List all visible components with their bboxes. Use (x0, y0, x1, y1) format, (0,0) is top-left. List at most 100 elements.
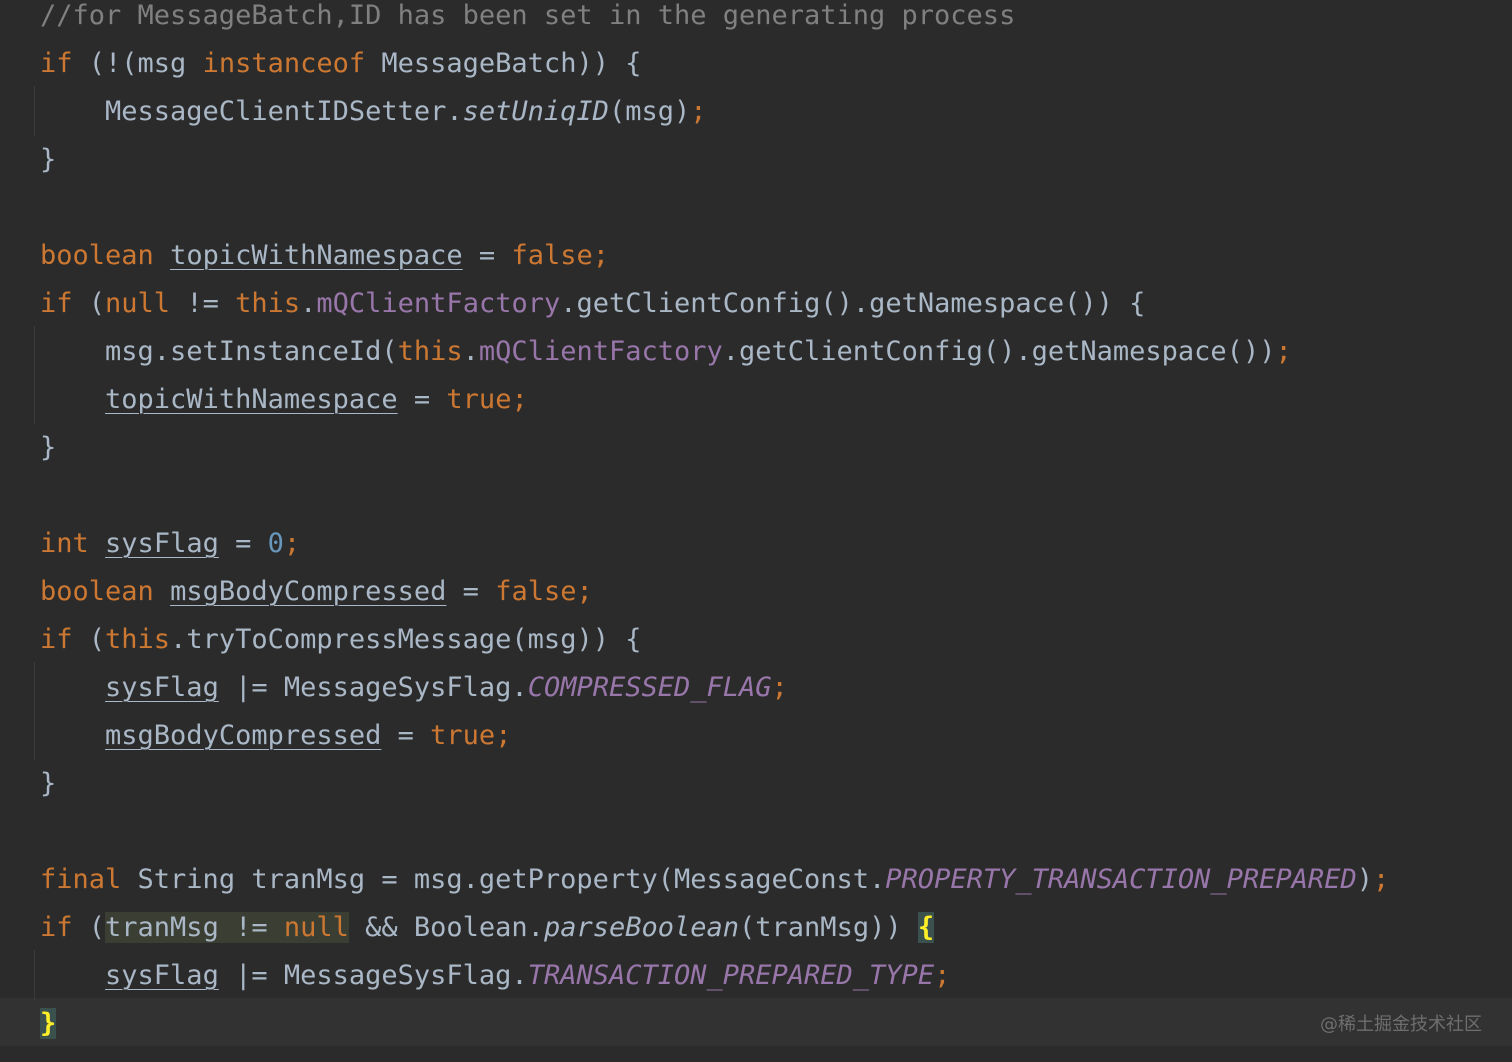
code-token: .tryToCompressMessage(msg)) { (170, 624, 642, 655)
code-token: ; (1275, 336, 1292, 367)
code-token: .getClientConfig().getNamespace()) (722, 336, 1276, 367)
code-token: ; (690, 96, 707, 127)
code-token: ( (72, 912, 106, 943)
code-line[interactable]: msgBodyCompressed = true; (40, 712, 511, 760)
code-token: ; (495, 720, 512, 751)
code-line[interactable]: //for MessageBatch,ID has been set in th… (40, 0, 1015, 40)
code-token: ; (283, 528, 301, 559)
code-token: if (40, 624, 73, 655)
code-token: } (40, 144, 57, 175)
code-line[interactable]: int sysFlag = 0; (40, 520, 300, 568)
code-token: msg.setInstanceId( (40, 336, 398, 367)
code-token: if (40, 48, 73, 79)
code-token: sysFlag (105, 960, 219, 991)
code-token: |= MessageSysFlag. (218, 960, 528, 991)
code-line[interactable]: } (40, 136, 56, 184)
code-token: ; (576, 576, 593, 607)
code-line[interactable]: if (null != this.mQClientFactory.getClie… (40, 280, 1145, 328)
code-token: } (40, 1008, 57, 1039)
code-token: sysFlag (105, 672, 219, 703)
code-token: tranMsg != (105, 912, 284, 943)
code-token: ) (1356, 864, 1373, 895)
code-token: final (40, 864, 122, 895)
code-line[interactable]: boolean topicWithNamespace = false; (40, 232, 609, 280)
code-token: instanceof (202, 48, 366, 79)
code-token: String tranMsg = msg.getProperty(Message… (121, 864, 886, 895)
code-line[interactable]: msg.setInstanceId(this.mQClientFactory.g… (40, 328, 1292, 376)
code-token: false (495, 576, 577, 607)
code-token: (tranMsg)) (739, 912, 918, 943)
code-token: TRANSACTION_PREPARED_TYPE (527, 960, 935, 991)
code-token: ; (1372, 864, 1390, 895)
code-line[interactable]: sysFlag |= MessageSysFlag.TRANSACTION_PR… (40, 952, 950, 1000)
code-token: null (105, 288, 171, 319)
code-token: (msg) (608, 96, 691, 127)
code-token: boolean (40, 240, 154, 271)
code-token: sysFlag (105, 528, 219, 559)
code-token: COMPRESSED_FLAG (527, 672, 772, 703)
code-token: ( (72, 288, 106, 319)
code-editor[interactable]: //for MessageBatch,ID has been set in th… (0, 0, 1512, 1062)
code-token: topicWithNamespace (170, 240, 463, 271)
code-line[interactable]: if (this.tryToCompressMessage(msg)) { (40, 616, 641, 664)
indent-guide (34, 326, 35, 424)
code-token: mQClientFactory (478, 336, 723, 367)
code-token: 0 (267, 528, 284, 559)
code-token: { (917, 912, 935, 943)
code-token: setUniqID (462, 96, 609, 127)
code-token: . (462, 336, 479, 367)
code-token: if (40, 288, 73, 319)
code-line[interactable]: boolean msgBodyCompressed = false; (40, 568, 593, 616)
code-token: |= MessageSysFlag. (218, 672, 528, 703)
current-line-highlight (0, 998, 1512, 1046)
code-token: } (40, 768, 57, 799)
watermark: @稀土掘金技术社区 (1320, 1014, 1482, 1035)
code-token: ; (592, 240, 609, 271)
code-line[interactable]: } (40, 760, 56, 808)
code-token: != (170, 288, 236, 319)
code-token: boolean (40, 576, 154, 607)
code-line[interactable]: topicWithNamespace = true; (40, 376, 528, 424)
code-token: mQClientFactory (316, 288, 561, 319)
code-token: (!(msg (72, 48, 203, 79)
code-line[interactable]: sysFlag |= MessageSysFlag.COMPRESSED_FLA… (40, 664, 788, 712)
code-token: this (397, 336, 463, 367)
code-token: true (430, 720, 496, 751)
code-token: msgBodyCompressed (105, 720, 382, 751)
code-line[interactable]: } (40, 1000, 57, 1048)
code-line[interactable]: if (!(msg instanceof MessageBatch)) { (40, 40, 641, 88)
code-token: = (462, 240, 512, 271)
code-line[interactable]: if (tranMsg != null && Boolean.parseBool… (40, 904, 935, 952)
code-token: ( (72, 624, 106, 655)
code-token: = (446, 576, 496, 607)
indent-guide (34, 86, 35, 136)
code-token: = (397, 384, 447, 415)
code-token: ; (771, 672, 788, 703)
code-token: ; (511, 384, 528, 415)
code-token: . (300, 288, 317, 319)
code-line[interactable]: MessageClientIDSetter.setUniqID(msg); (40, 88, 707, 136)
code-token: false (511, 240, 593, 271)
code-token: .getClientConfig().getNamespace()) { (560, 288, 1146, 319)
code-token: ; (934, 960, 951, 991)
code-token: int (40, 528, 89, 559)
code-line[interactable]: } (40, 424, 56, 472)
code-token: MessageClientIDSetter. (40, 96, 463, 127)
code-token: //for MessageBatch,ID has been set in th… (40, 0, 1016, 31)
code-token: if (40, 912, 73, 943)
code-token: MessageBatch)) { (365, 48, 642, 79)
code-token: msgBodyCompressed (170, 576, 447, 607)
code-token: = (381, 720, 431, 751)
code-line[interactable]: final String tranMsg = msg.getProperty(M… (40, 856, 1389, 904)
code-token: } (40, 432, 57, 463)
code-token: true (446, 384, 512, 415)
indent-guide (34, 950, 35, 1000)
code-token: null (283, 912, 349, 943)
